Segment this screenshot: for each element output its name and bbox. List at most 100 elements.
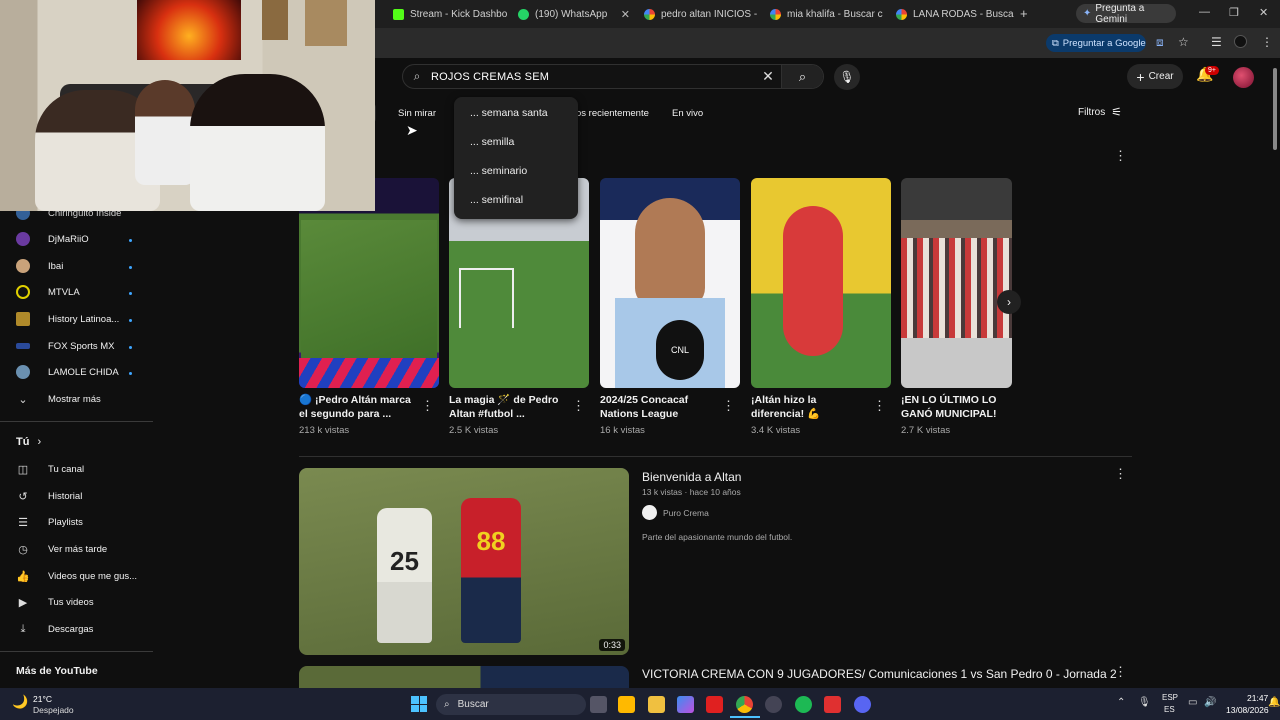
- new-tab-button[interactable]: +: [1020, 6, 1028, 21]
- suggestion-item[interactable]: ... semifinal: [470, 194, 523, 206]
- browser-tab[interactable]: (190) WhatsApp ✕: [512, 3, 636, 25]
- chevron-right-icon: ›: [37, 436, 42, 448]
- short-title[interactable]: 🔵 ¡Pedro Altán marca el segundo para ...: [299, 393, 417, 421]
- clock-time[interactable]: 21:47: [1247, 693, 1268, 703]
- sidebar-item-history[interactable]: ↺ Historial: [16, 486, 82, 506]
- sidebar-item-your-videos[interactable]: ▶ Tus videos: [16, 592, 94, 612]
- browser-tab[interactable]: pedro altan INICIOS -✕: [638, 3, 762, 25]
- close-window-icon[interactable]: ✕: [1259, 6, 1268, 19]
- person-image: [190, 74, 325, 211]
- video-menu-icon[interactable]: ⋮: [1114, 664, 1127, 680]
- sidebar-sub-history[interactable]: History Latinoa...: [16, 309, 119, 329]
- search-box[interactable]: ⌕ ROJOS CREMAS SEM ✕ ⌕: [402, 64, 824, 89]
- section-menu-icon[interactable]: ⋮: [1114, 148, 1127, 164]
- close-tab-icon[interactable]: ✕: [757, 8, 762, 21]
- chevron-up-icon[interactable]: ⌃: [1117, 697, 1125, 708]
- new-content-dot: [129, 372, 132, 375]
- video-thumbnail[interactable]: [299, 666, 629, 688]
- chip-live[interactable]: En vivo: [672, 104, 703, 122]
- scrollbar-thumb[interactable]: [1273, 68, 1277, 150]
- short-title[interactable]: La magia 🪄 de Pedro Altan #futbol ...: [449, 393, 567, 421]
- video-menu-icon[interactable]: ⋮: [1114, 466, 1127, 482]
- recording-app-icon[interactable]: [824, 696, 841, 713]
- create-button[interactable]: + Crear: [1127, 64, 1183, 89]
- restore-icon[interactable]: ❐: [1229, 6, 1239, 19]
- copilot-icon[interactable]: [677, 696, 694, 713]
- profile-icon[interactable]: [1234, 35, 1247, 48]
- file-explorer-icon[interactable]: [648, 696, 665, 713]
- minimize-icon[interactable]: —: [1199, 6, 1210, 18]
- browser-tab[interactable]: mia khalifa - Buscar c✕: [764, 3, 888, 25]
- task-view-icon[interactable]: [590, 696, 607, 713]
- short-title[interactable]: ¡EN LO ÚLTIMO LO GANÓ MUNICIPAL! 👀..: [901, 393, 1014, 421]
- language-indicator[interactable]: ESP: [1162, 693, 1178, 702]
- gemini-button[interactable]: ✦ Pregunta a Gemini: [1076, 3, 1176, 25]
- ask-google-button[interactable]: ⧉ Preguntar a Google: [1046, 34, 1146, 52]
- browser-tab[interactable]: Stream - Kick Dashbo✕: [387, 3, 511, 25]
- sidebar-item-your-channel[interactable]: ◫ Tu canal: [16, 459, 84, 479]
- sidebar-item-downloads[interactable]: ⤓ Descargas: [16, 619, 94, 639]
- short-menu-icon[interactable]: ⋮: [873, 398, 886, 414]
- sidebar-item-liked[interactable]: 👍 Videos que me gus...: [16, 566, 137, 586]
- translate-icon[interactable]: ⧈: [1156, 35, 1164, 50]
- short-thumbnail[interactable]: CNL: [600, 178, 740, 388]
- sidebar-sub-ibai[interactable]: Ibai: [16, 256, 63, 276]
- discord-icon[interactable]: [854, 696, 871, 713]
- windows-start-icon[interactable]: [411, 696, 427, 712]
- sidebar-you-header[interactable]: Tú ›: [16, 432, 41, 452]
- short-title[interactable]: ¡Altán hizo la diferencia! 💪: [751, 393, 869, 421]
- short-thumbnail[interactable]: [751, 178, 891, 388]
- chip-sin-mirar[interactable]: Sin mirar: [398, 104, 436, 122]
- search-button[interactable]: ⌕: [781, 65, 823, 88]
- volume-icon[interactable]: 🔊: [1204, 697, 1216, 708]
- store-icon[interactable]: [618, 696, 635, 713]
- browser-tab[interactable]: LANA RODAS - Buscar✕: [890, 3, 1014, 25]
- clear-search-icon[interactable]: ✕: [755, 68, 781, 85]
- suggestion-item[interactable]: ... semana santa: [470, 107, 548, 119]
- sidebar-show-more[interactable]: ⌄ Mostrar más: [16, 389, 100, 409]
- channel-link[interactable]: Puro Crema: [642, 505, 709, 520]
- tab-search-icon[interactable]: ☰: [1211, 35, 1222, 49]
- notifications-icon[interactable]: 🔔: [1268, 697, 1280, 708]
- youtube-app-icon[interactable]: [706, 696, 723, 713]
- short-menu-icon[interactable]: ⋮: [421, 398, 434, 414]
- spotify-icon[interactable]: [795, 696, 812, 713]
- crowd-image: [901, 238, 1012, 338]
- channel-avatar: [16, 365, 30, 379]
- suggestion-item[interactable]: ... seminario: [470, 165, 527, 177]
- avatar[interactable]: [1233, 67, 1254, 88]
- taskbar-search[interactable]: ⌕ Buscar: [436, 694, 586, 715]
- close-tab-icon[interactable]: ✕: [883, 8, 888, 21]
- video-thumbnail[interactable]: 25 88 0:33: [299, 468, 629, 655]
- sidebar-item-playlists[interactable]: ☰ Playlists: [16, 512, 83, 532]
- app-icon[interactable]: [765, 696, 782, 713]
- search-input[interactable]: ROJOS CREMAS SEM: [431, 71, 755, 83]
- channel-avatar: [16, 285, 30, 299]
- short-title[interactable]: 2024/25 Concacaf Nations League Group...: [600, 393, 718, 421]
- chip-recent[interactable]: os recientemente: [576, 104, 649, 122]
- network-icon[interactable]: ▭: [1188, 697, 1197, 708]
- scrollbar-track[interactable]: [1272, 60, 1278, 688]
- bookmark-star-icon[interactable]: ☆: [1178, 35, 1189, 49]
- sidebar-sub-mtvla[interactable]: MTVLA: [16, 282, 80, 302]
- sidebar-item-watch-later[interactable]: ◷ Ver más tarde: [16, 539, 107, 559]
- close-tab-icon[interactable]: ✕: [615, 8, 630, 21]
- filters-button[interactable]: Filtros ⚟: [1078, 105, 1122, 119]
- suggestion-item[interactable]: ... semilla: [470, 136, 514, 148]
- sidebar-sub-foxsports[interactable]: FOX Sports MX: [16, 336, 115, 356]
- sidebar-sub-djmariio[interactable]: DjMaRiiO: [16, 229, 89, 249]
- sidebar-sub-lamole[interactable]: LAMOLE CHIDA: [16, 362, 119, 382]
- close-tab-icon[interactable]: ✕: [507, 8, 511, 21]
- chrome-icon[interactable]: [736, 696, 753, 713]
- weather-temp: 21°C: [33, 694, 52, 704]
- video-title[interactable]: VICTORIA CREMA CON 9 JUGADORES/ Comunica…: [642, 667, 1117, 681]
- menu-dots-icon[interactable]: ⋮: [1261, 35, 1273, 49]
- voice-search-button[interactable]: 🎙: [834, 64, 860, 90]
- next-arrow-button[interactable]: ›: [997, 290, 1021, 314]
- weather-moon-icon[interactable]: 🌙: [12, 694, 28, 710]
- video-title[interactable]: Bienvenida a Altan: [642, 470, 741, 484]
- short-menu-icon[interactable]: ⋮: [572, 398, 585, 414]
- short-thumbnail[interactable]: [901, 178, 1012, 388]
- short-menu-icon[interactable]: ⋮: [722, 398, 735, 414]
- microphone-icon[interactable]: 🎙: [1138, 697, 1151, 708]
